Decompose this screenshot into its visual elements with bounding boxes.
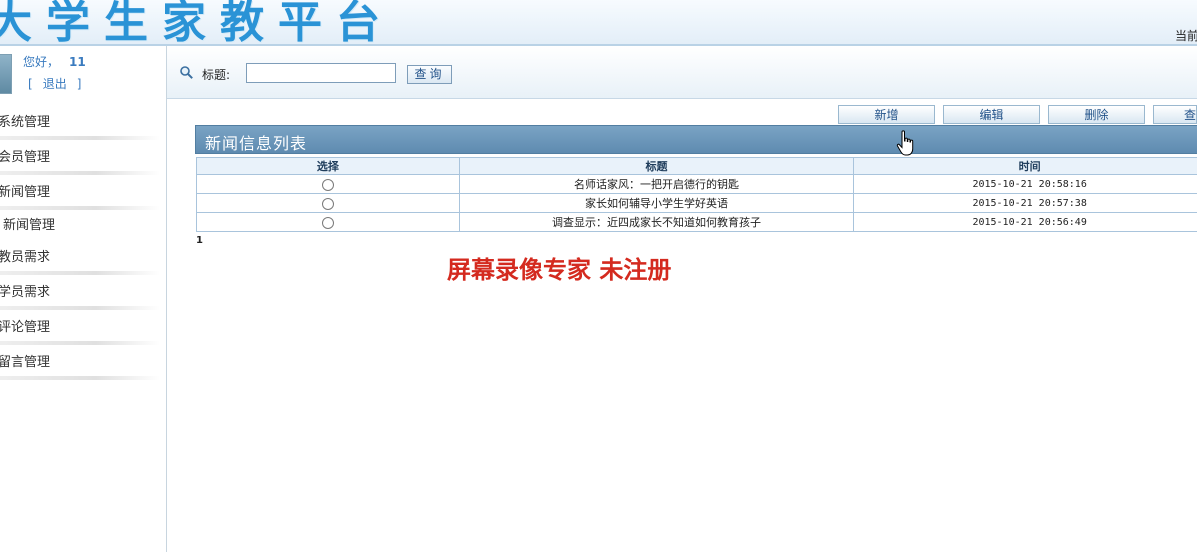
table-row: 调查显示：近四成家长不知道如何教育孩子 2015-10-21 20:56:49 bbox=[196, 212, 1197, 232]
header-banner: 大学生家教平台 当前 bbox=[0, 0, 1197, 46]
logout-link-wrapper: [ 退出] bbox=[23, 75, 86, 92]
current-position-label: 当前 bbox=[1174, 29, 1197, 43]
row-radio[interactable] bbox=[321, 197, 334, 210]
greeting-text: 您好， bbox=[23, 55, 60, 69]
search-icon bbox=[180, 66, 193, 79]
menu-divider bbox=[0, 306, 160, 310]
menu-divider bbox=[0, 376, 160, 380]
search-title-input[interactable] bbox=[246, 63, 396, 83]
panel-title: 新闻信息列表 bbox=[205, 134, 308, 153]
menu-divider bbox=[0, 136, 160, 140]
title-cell: 调查显示：近四成家长不知道如何教育孩子 bbox=[458, 212, 855, 232]
hand-cursor-icon bbox=[896, 130, 914, 156]
table-row: 名师话家风：一把开启德行的钥匙 2015-10-21 20:58:16 bbox=[196, 174, 1197, 194]
sidebar-item-news[interactable]: 新闻管理 bbox=[0, 176, 160, 210]
search-button[interactable]: 查询 bbox=[407, 65, 452, 84]
menu-divider bbox=[0, 171, 160, 175]
select-cell bbox=[196, 193, 460, 213]
column-header-time: 时间 bbox=[853, 157, 1197, 175]
bracket-close: ] bbox=[76, 77, 82, 91]
watermark-text: 屏幕录像专家 未注册 bbox=[447, 255, 672, 284]
pagination-page-number[interactable]: 1 bbox=[196, 235, 203, 246]
sidebar-item-label: 新闻管理 bbox=[3, 218, 56, 233]
delete-button[interactable]: 删除 bbox=[1048, 105, 1145, 124]
sidebar-item-members[interactable]: 会员管理 bbox=[0, 141, 160, 175]
sidebar-item-label: 会员管理 bbox=[0, 150, 51, 165]
bracket-open: [ bbox=[28, 77, 33, 91]
sidebar-item-tutor-demand[interactable]: 教员需求 bbox=[0, 241, 160, 275]
avatar bbox=[0, 54, 12, 94]
sidebar-item-label: 新闻管理 bbox=[0, 185, 51, 200]
table-header-row: 选择 标题 时间 bbox=[196, 157, 1197, 175]
greeting: 您好， 11 bbox=[23, 53, 86, 70]
column-header-title: 标题 bbox=[458, 157, 855, 175]
table-row: 家长如何辅导小学生学好英语 2015-10-21 20:57:38 bbox=[196, 193, 1197, 213]
edit-button[interactable]: 编辑 bbox=[943, 105, 1040, 124]
news-table: 选择 标题 时间 名师话家风：一把开启德行的钥匙 2015-10-21 20:5… bbox=[196, 157, 1197, 232]
sidebar-item-system[interactable]: 系统管理 bbox=[0, 106, 160, 140]
news-list-panel: 新闻信息列表 bbox=[195, 125, 1197, 154]
row-radio[interactable] bbox=[321, 216, 334, 229]
menu-divider bbox=[0, 271, 160, 275]
time-cell: 2015-10-21 20:58:16 bbox=[853, 174, 1197, 194]
sidebar-item-label: 评论管理 bbox=[0, 320, 51, 335]
sidebar-item-label: 留言管理 bbox=[0, 355, 51, 370]
title-cell: 家长如何辅导小学生学好英语 bbox=[458, 193, 855, 213]
time-cell: 2015-10-21 20:56:49 bbox=[853, 212, 1197, 232]
time-cell: 2015-10-21 20:57:38 bbox=[853, 193, 1197, 213]
row-radio[interactable] bbox=[321, 178, 334, 191]
title-cell: 名师话家风：一把开启德行的钥匙 bbox=[458, 174, 855, 194]
sidebar-item-messages[interactable]: 留言管理 bbox=[0, 346, 160, 380]
sidebar-item-label: 教员需求 bbox=[0, 250, 51, 265]
sidebar-item-comments[interactable]: 评论管理 bbox=[0, 311, 160, 345]
search-title-label: 标题: bbox=[202, 68, 231, 82]
sidebar-item-label: 系统管理 bbox=[0, 115, 51, 130]
select-cell bbox=[196, 212, 460, 232]
sidebar-item-label: 学员需求 bbox=[0, 285, 51, 300]
panel-header: 新闻信息列表 bbox=[195, 125, 1197, 154]
view-button[interactable]: 查 bbox=[1153, 105, 1197, 124]
site-logo-title: 大学生家教平台 bbox=[0, 0, 394, 46]
search-bar: 标题: 查询 bbox=[167, 46, 1197, 99]
column-header-select: 选择 bbox=[196, 157, 460, 175]
menu-divider bbox=[0, 341, 160, 345]
logout-link[interactable]: 退出 bbox=[43, 77, 67, 91]
select-cell bbox=[196, 174, 460, 194]
sidebar-subitem-news-manage[interactable]: 新闻管理 bbox=[0, 209, 160, 239]
sidebar-item-student-demand[interactable]: 学员需求 bbox=[0, 276, 160, 310]
sidebar: 您好， 11 [ 退出] 系统管理 会员管理 新闻管理 新闻管理 教员需求 学员需求… bbox=[0, 46, 167, 552]
add-button[interactable]: 新增 bbox=[838, 105, 935, 124]
username: 11 bbox=[69, 55, 86, 69]
